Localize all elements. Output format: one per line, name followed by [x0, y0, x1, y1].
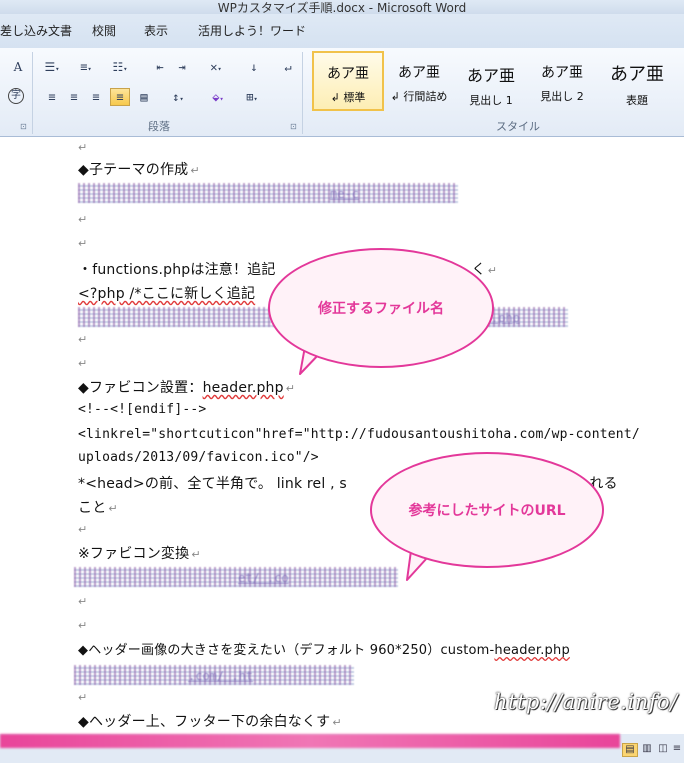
- style-sample: あア亜: [541, 65, 583, 81]
- paragraph-mark: ↵: [78, 595, 88, 608]
- paragraph-mark: ↵: [78, 141, 88, 154]
- head-note-cont: こと: [78, 500, 107, 516]
- sort-icon[interactable]: ↓: [244, 58, 264, 76]
- style-normal[interactable]: あア亜 ↲ 標準: [312, 51, 384, 111]
- style-name: 見出し 2: [540, 90, 584, 103]
- doc-line: ◆ヘッダー上、フッター下の余白なくす ↵: [78, 711, 342, 731]
- print-layout-view-icon[interactable]: ▤: [622, 743, 638, 757]
- doc-line: ◆ファビコン設置：header.php ↵: [78, 377, 295, 397]
- paragraph-mark: ↵: [285, 382, 296, 395]
- redacted-url-fragment: .com/ .ht: [188, 669, 254, 683]
- doc-line: <linkrel="shortcuticon"href="http://fudo…: [78, 427, 640, 442]
- style-name: ↲ 標準: [330, 91, 366, 104]
- tab-mailings[interactable]: 差し込み文書: [0, 22, 72, 39]
- functions-note: ・functions.phpは注意！追記: [78, 262, 276, 278]
- numbered-list-icon[interactable]: ≡▾: [76, 58, 96, 76]
- group-label-paragraph: 段落: [148, 120, 170, 133]
- watermark: http://anire.info/: [494, 690, 678, 714]
- style-sample: あア亜: [610, 64, 664, 85]
- style-no-spacing[interactable]: あア亜 ↲ 行間詰め: [384, 52, 454, 110]
- font-dialog-launcher[interactable]: ⊡: [20, 122, 27, 131]
- distributed-icon[interactable]: ▤: [134, 88, 154, 106]
- heading-child-theme: ◆子テーマの作成: [78, 162, 189, 178]
- redacted-url[interactable]: me-c: [78, 183, 458, 203]
- ribbon: A 字 ☰▾ ≡▾ ☷▾ ⇤ ⇥ ✕▾ ↓ ↵ ≡ ≡ ≡ ≡ ▤ ↕▾ ⬙▾ …: [0, 48, 684, 137]
- redacted-url[interactable]: .com/ .ht: [74, 665, 354, 685]
- paragraph-mark: ↵: [191, 548, 201, 561]
- tab-word-tips[interactable]: 活用しよう！ワード: [198, 22, 306, 39]
- callout-file-name: 修正するファイル名: [268, 248, 494, 368]
- align-right-icon[interactable]: ≡: [86, 88, 106, 106]
- justify-icon[interactable]: ≡: [110, 88, 130, 106]
- style-sample: あア亜: [466, 66, 515, 85]
- redacted-url[interactable]: et/ .co: [74, 567, 398, 587]
- font-a-icon[interactable]: A: [8, 58, 28, 76]
- paragraph-mark: ↵: [190, 164, 200, 177]
- asian-layout-icon[interactable]: ✕▾: [206, 58, 226, 76]
- decorative-band: [0, 734, 620, 748]
- paragraph-mark: ↵: [332, 716, 342, 729]
- bullet-list-icon[interactable]: ☰▾: [42, 58, 62, 76]
- document-page[interactable]: ↵ ◆子テーマの作成 ↵ me-c ↵ ↵ ・functions.phpは注意！追…: [0, 137, 684, 734]
- increase-indent-icon[interactable]: ⇥: [172, 58, 192, 76]
- callout-reference-url: 参考にしたサイトのURL: [370, 452, 604, 568]
- heading-margins: ◆ヘッダー上、フッター下の余白なくす: [78, 714, 331, 730]
- align-center-icon[interactable]: ≡: [64, 88, 84, 106]
- doc-line: こと ↵: [78, 497, 118, 517]
- ribbon-tab-bar: 差し込み文書 校閲 表示 活用しよう！ワード: [0, 14, 684, 48]
- head-note: *<head>の前、全て半角で。 link rel , s: [78, 476, 347, 492]
- doc-line: ◆ヘッダー画像の大きさを変えたい（デフォルト 960*250）custom-he…: [78, 639, 570, 658]
- align-left-icon[interactable]: ≡: [42, 88, 62, 106]
- status-bar: ▤ ▥ ◫ ≡: [0, 734, 684, 763]
- php-comment: <?php /*ここに新しく追記: [78, 286, 256, 302]
- shading-icon[interactable]: ⬙▾: [208, 88, 228, 106]
- doc-line: uploads/2013/09/favicon.ico"/>: [78, 450, 319, 465]
- paragraph-mark: ↵: [78, 691, 88, 704]
- style-title[interactable]: あア亜 表題: [598, 52, 676, 110]
- tab-view[interactable]: 表示: [144, 22, 168, 39]
- group-separator: [32, 52, 33, 134]
- style-name: 表題: [626, 94, 648, 107]
- paragraph-mark: ↵: [108, 502, 118, 515]
- doc-line: ※ファビコン変換 ↵: [78, 543, 201, 563]
- doc-line: ◆子テーマの作成 ↵: [78, 159, 200, 179]
- paragraph-mark: ↵: [78, 357, 88, 370]
- style-sample: あア亜: [398, 65, 440, 81]
- paragraph-mark: ↵: [78, 237, 88, 250]
- doc-line: <?php /*ここに新しく追記: [78, 283, 255, 303]
- header-file: header.php: [494, 643, 570, 658]
- redacted-url-fragment: et/ .co: [238, 571, 289, 585]
- borders-icon[interactable]: ⊞▾: [242, 88, 262, 106]
- paragraph-mark: ↵: [78, 213, 88, 226]
- title-bar: WPカスタマイズ手順.docx - Microsoft Word: [0, 0, 684, 15]
- heading-header-size: ◆ヘッダー画像の大きさを変えたい（デフォルト 960*250）custom-: [78, 643, 495, 658]
- paragraph-mark-icon[interactable]: ↵: [278, 58, 298, 76]
- paragraph-mark: ↵: [78, 523, 88, 536]
- favicon-convert: ※ファビコン変換: [78, 546, 190, 562]
- tab-review[interactable]: 校閲: [92, 22, 116, 39]
- phonetic-guide-icon[interactable]: 字: [8, 88, 24, 104]
- paragraph-mark: ↵: [78, 333, 88, 346]
- web-layout-view-icon[interactable]: ◫: [656, 743, 670, 755]
- line-spacing-icon[interactable]: ↕▾: [168, 88, 188, 106]
- paragraph-mark: ↵: [78, 619, 88, 632]
- heading-favicon: ◆ファビコン設置：: [78, 380, 203, 396]
- paragraph-dialog-launcher[interactable]: ⊡: [290, 122, 297, 131]
- group-label-styles: スタイル: [496, 120, 540, 133]
- favicon-file: header.php: [202, 380, 284, 396]
- paragraph-mark: ↵: [487, 264, 498, 277]
- doc-line: <!--<![endif]-->: [78, 402, 207, 417]
- decrease-indent-icon[interactable]: ⇤: [150, 58, 170, 76]
- redacted-url-fragment: me-c: [330, 187, 359, 201]
- full-screen-view-icon[interactable]: ▥: [640, 743, 654, 755]
- style-sample: あア亜: [327, 66, 369, 82]
- outline-view-icon[interactable]: ≡: [670, 743, 684, 755]
- style-name: ↲ 行間詰め: [390, 90, 448, 103]
- style-heading-2[interactable]: あア亜 見出し 2: [527, 52, 597, 110]
- style-name: 見出し 1: [469, 94, 513, 107]
- multilevel-list-icon[interactable]: ☷▾: [110, 58, 130, 76]
- group-separator: [302, 52, 303, 134]
- style-heading-1[interactable]: あア亜 見出し 1: [456, 52, 526, 110]
